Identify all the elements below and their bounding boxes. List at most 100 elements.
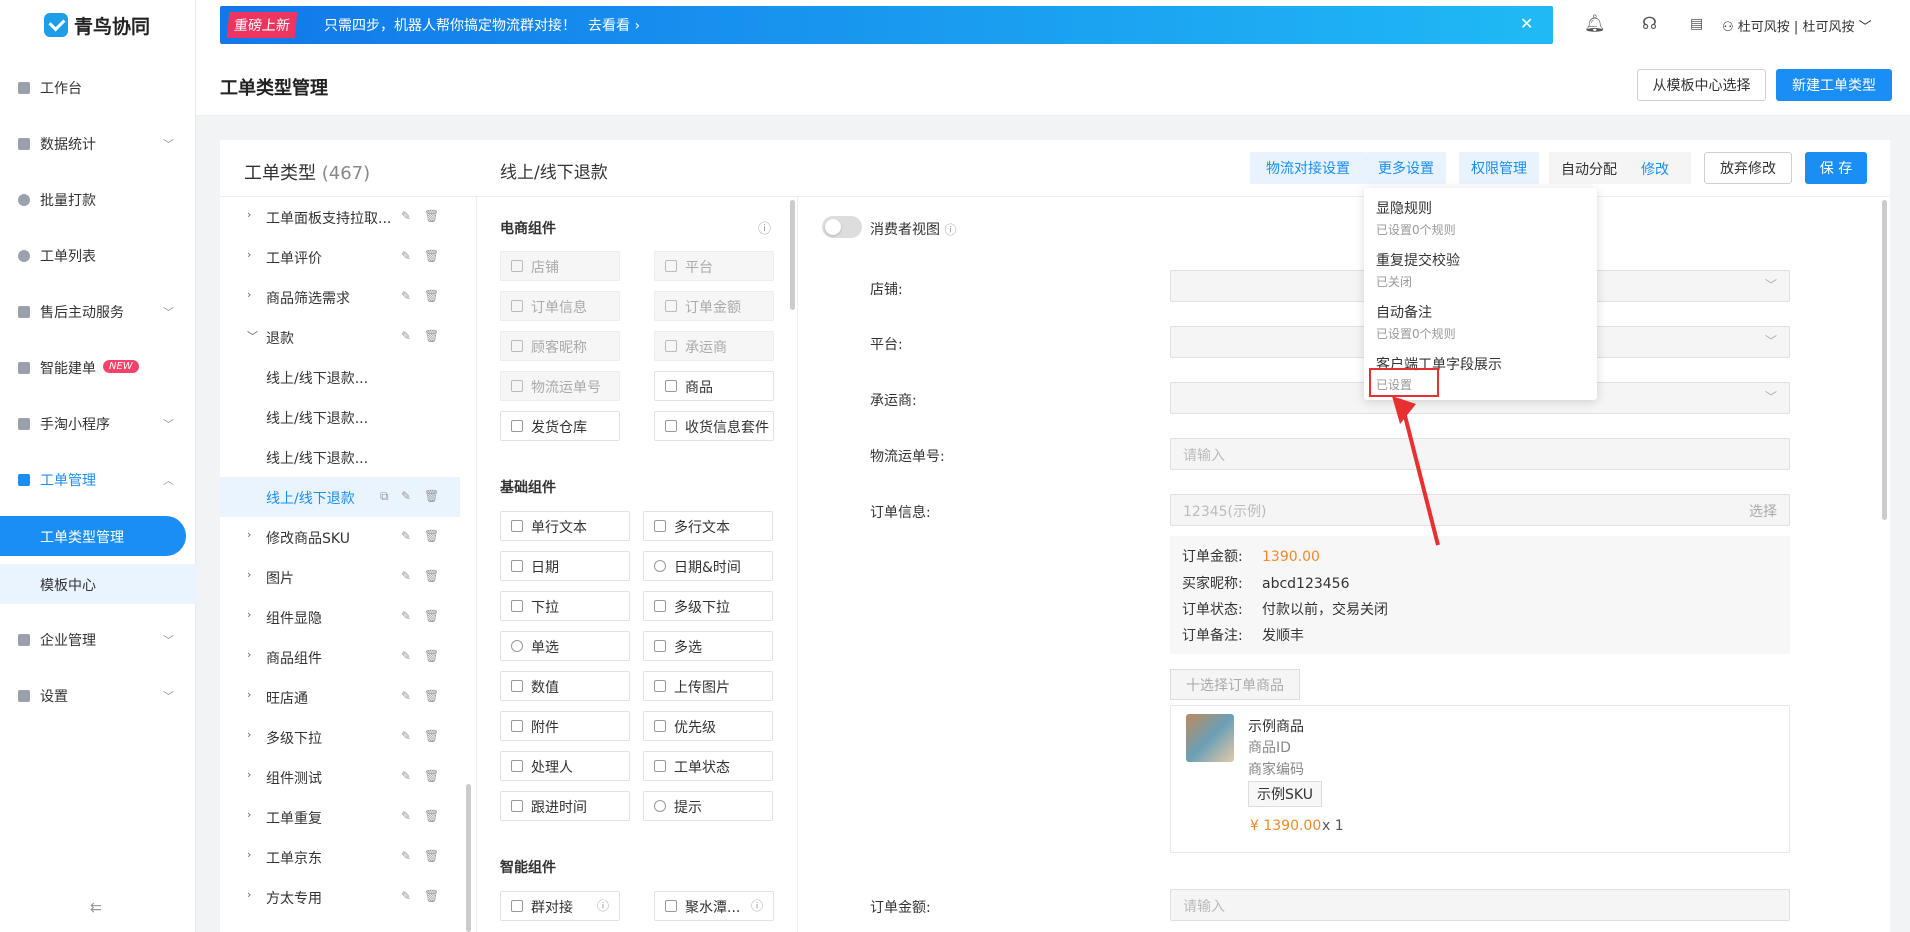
component-warehouse[interactable]: 发货仓库 (500, 411, 620, 441)
component-multi-text[interactable]: 多行文本 (643, 511, 773, 541)
component-assignee[interactable]: 处理人 (500, 751, 630, 781)
component-shop[interactable]: 店铺 (500, 251, 620, 281)
headset-icon[interactable]: ☊ (1642, 14, 1657, 34)
delete-icon[interactable]: 🗑︎ (424, 249, 439, 263)
edit-icon[interactable]: ✎ (401, 809, 411, 823)
order-amount-input[interactable]: 请输入 (1170, 889, 1790, 921)
tree-item[interactable]: ﹀ 退款 ✎ 🗑︎ (220, 317, 460, 357)
app-logo[interactable]: 青鸟协同 (44, 10, 150, 40)
chevron-right-icon[interactable]: › (247, 688, 251, 701)
component-order-amount[interactable]: 订单金额 (654, 291, 774, 321)
save-button[interactable]: 保 存 (1805, 152, 1867, 184)
info-icon[interactable]: ⓘ (597, 897, 609, 914)
component-date[interactable]: 日期 (500, 551, 630, 581)
chevron-right-icon[interactable]: › (247, 728, 251, 741)
component-datetime[interactable]: 日期&时间 (643, 551, 773, 581)
edit-icon[interactable]: ✎ (401, 649, 411, 663)
dropdown-item-repeat-check[interactable]: 重复提交校验 (1376, 250, 1460, 270)
copy-icon[interactable]: ⧉ (380, 489, 389, 504)
component-checkbox[interactable]: 多选 (643, 631, 773, 661)
tree-item[interactable]: › 工单京东 ✎ 🗑︎ (220, 837, 460, 877)
component-radio[interactable]: 单选 (500, 631, 630, 661)
component-priority[interactable]: 优先级 (643, 711, 773, 741)
tree-item[interactable]: 线上/线下退款... (220, 437, 460, 477)
user-menu[interactable]: ⚇ 杜可风按 | 杜可风按 ﹀ (1722, 16, 1872, 35)
select-link[interactable]: 选择 (1749, 501, 1777, 521)
edit-icon[interactable]: ✎ (401, 289, 411, 303)
delete-icon[interactable]: 🗑︎ (424, 289, 439, 303)
consumer-view-toggle[interactable] (822, 216, 862, 238)
info-icon[interactable]: ⓘ (944, 223, 956, 237)
tree-scrollbar[interactable] (466, 784, 471, 932)
modify-link[interactable]: 修改 (1641, 159, 1669, 179)
component-tracking[interactable]: 物流运单号 (500, 371, 620, 401)
delete-icon[interactable]: 🗑︎ (424, 689, 439, 703)
edit-icon[interactable]: ✎ (401, 489, 411, 503)
delete-icon[interactable]: 🗑︎ (424, 729, 439, 743)
banner-link[interactable]: 去看看 › (588, 15, 640, 35)
tree-item[interactable]: › 商品筛选需求 ✎ 🗑︎ (220, 277, 460, 317)
sidebar-item-settings[interactable]: 设置 ﹀ (0, 676, 196, 716)
delete-icon[interactable]: 🗑︎ (424, 889, 439, 903)
tree-item[interactable]: › 旺店通 ✎ 🗑︎ (220, 677, 460, 717)
sidebar-item-smart-create[interactable]: 智能建单 NEW (0, 348, 196, 388)
tree-item[interactable]: › 方太专用 ✎ 🗑︎ (220, 877, 460, 917)
bell-icon[interactable]: 🔔︎ (1584, 14, 1606, 34)
chevron-right-icon[interactable]: › (247, 528, 251, 541)
tree-item[interactable]: › 商品组件 ✎ 🗑︎ (220, 637, 460, 677)
chevron-right-icon[interactable]: › (247, 648, 251, 661)
info-icon[interactable]: ⓘ (758, 218, 771, 237)
delete-icon[interactable]: 🗑︎ (424, 329, 439, 343)
edit-icon[interactable]: ✎ (401, 689, 411, 703)
edit-icon[interactable]: ✎ (401, 209, 411, 223)
logistics-settings-button[interactable]: 物流对接设置 (1250, 152, 1366, 184)
chevron-right-icon[interactable]: › (247, 848, 251, 861)
component-cascade[interactable]: 多级下拉 (643, 591, 773, 621)
component-nickname[interactable]: 顾客昵称 (500, 331, 620, 361)
component-ticket-status[interactable]: 工单状态 (643, 751, 773, 781)
collapse-sidebar-icon[interactable]: ⇇ (90, 900, 102, 916)
discard-button[interactable]: 放弃修改 (1704, 152, 1792, 184)
sidebar-subitem-template-center[interactable]: 模板中心 (0, 564, 196, 604)
sidebar-item-miniapp[interactable]: 手淘小程序 ﹀ (0, 404, 196, 444)
sidebar-item-ticket-list[interactable]: 工单列表 (0, 236, 196, 276)
close-icon[interactable]: ✕ (1520, 14, 1533, 33)
component-carrier[interactable]: 承运商 (654, 331, 774, 361)
delete-icon[interactable]: 🗑︎ (424, 489, 439, 503)
component-attachment[interactable]: 附件 (500, 711, 630, 741)
chevron-right-icon[interactable]: › (247, 808, 251, 821)
component-order-info[interactable]: 订单信息 (500, 291, 620, 321)
tree-item[interactable]: › 工单面板支持拉取... ✎ 🗑︎ (220, 197, 460, 237)
tree-item[interactable]: › 工单重复 ✎ 🗑︎ (220, 797, 460, 837)
tracking-input[interactable]: 请输入 (1170, 438, 1790, 470)
component-jushuitan[interactable]: 聚水潭... ⓘ (654, 891, 774, 921)
component-upload-image[interactable]: 上传图片 (643, 671, 773, 701)
edit-icon[interactable]: ✎ (401, 249, 411, 263)
component-single-text[interactable]: 单行文本 (500, 511, 630, 541)
sidebar-item-aftersale[interactable]: 售后主动服务 ﹀ (0, 292, 196, 332)
order-info-input[interactable]: 12345(示例) 选择 (1170, 494, 1790, 526)
tree-item[interactable]: › 组件显隐 ✎ 🗑︎ (220, 597, 460, 637)
chevron-right-icon[interactable]: › (247, 208, 251, 221)
tree-item[interactable]: › 图片 ✎ 🗑︎ (220, 557, 460, 597)
new-type-button[interactable]: 新建工单类型 (1776, 69, 1892, 101)
delete-icon[interactable]: 🗑︎ (424, 649, 439, 663)
chevron-right-icon[interactable]: › (247, 248, 251, 261)
edit-icon[interactable]: ✎ (401, 529, 411, 543)
tree-item[interactable]: 线上/线下退款... (220, 397, 460, 437)
component-platform[interactable]: 平台 (654, 251, 774, 281)
info-icon[interactable]: ⓘ (751, 897, 763, 914)
edit-icon[interactable]: ✎ (401, 729, 411, 743)
edit-icon[interactable]: ✎ (401, 849, 411, 863)
chevron-right-icon[interactable]: › (247, 568, 251, 581)
delete-icon[interactable]: 🗑︎ (424, 209, 439, 223)
chevron-down-icon[interactable]: ﹀ (247, 328, 258, 344)
tree-item[interactable]: › 工单评价 ✎ 🗑︎ (220, 237, 460, 277)
sidebar-subitem-type-manage[interactable]: 工单类型管理 (0, 516, 186, 556)
select-template-button[interactable]: 从模板中心选择 (1637, 69, 1766, 101)
delete-icon[interactable]: 🗑︎ (424, 849, 439, 863)
edit-icon[interactable]: ✎ (401, 329, 411, 343)
delete-icon[interactable]: 🗑︎ (424, 609, 439, 623)
component-group-connect[interactable]: 群对接 ⓘ (500, 891, 620, 921)
delete-icon[interactable]: 🗑︎ (424, 809, 439, 823)
